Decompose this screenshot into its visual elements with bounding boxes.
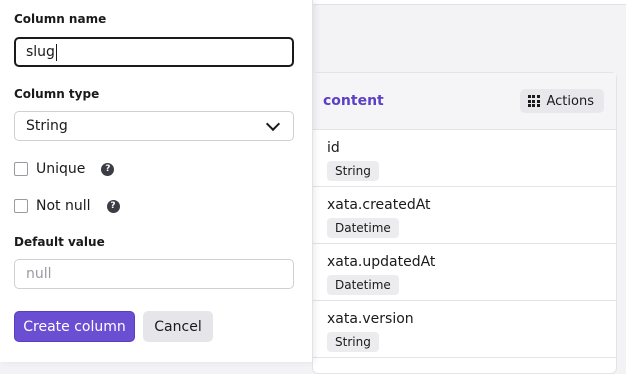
help-icon[interactable]: ? (101, 162, 115, 176)
column-row-updated-at[interactable]: xata.updatedAt Datetime (313, 244, 616, 301)
column-type-value: String (26, 118, 68, 134)
default-value-input[interactable]: null (14, 259, 294, 289)
text-caret (55, 43, 57, 61)
column-row-version[interactable]: xata.version String (313, 301, 616, 358)
cancel-button[interactable]: Cancel (143, 311, 213, 342)
column-name: xata.version (327, 311, 414, 327)
grid-icon (527, 95, 540, 107)
column-row-created-at[interactable]: xata.createdAt Datetime (313, 187, 616, 244)
column-type-badge: String (327, 332, 379, 352)
column-type-label: Column type (14, 87, 100, 101)
actions-label: Actions (546, 93, 595, 109)
table-schema-card: content Actions id String xata.createdAt… (312, 72, 617, 374)
not-null-label: Not null (36, 198, 91, 214)
create-column-panel: Column name slug Column type String Uniq… (0, 0, 313, 362)
not-null-checkbox[interactable] (14, 199, 28, 213)
unique-option: Unique ? (14, 161, 115, 177)
column-name-input[interactable]: slug (14, 37, 294, 67)
chevron-down-icon (265, 116, 281, 132)
table-title[interactable]: content (323, 93, 384, 109)
column-name: xata.updatedAt (327, 254, 436, 270)
column-type-badge: String (327, 161, 379, 181)
actions-button[interactable]: Actions (519, 89, 604, 113)
help-icon[interactable]: ? (106, 199, 120, 213)
default-value-placeholder: null (26, 266, 52, 282)
column-name-value: slug (26, 44, 55, 60)
column-name: xata.createdAt (327, 197, 431, 213)
column-name-label: Column name (14, 12, 107, 26)
create-column-button[interactable]: Create column (14, 311, 135, 342)
not-null-option: Not null ? (14, 198, 120, 214)
column-name: id (327, 140, 340, 156)
table-header: content Actions (313, 73, 616, 130)
column-type-badge: Datetime (327, 218, 399, 238)
column-row-id[interactable]: id String (313, 130, 616, 187)
unique-checkbox[interactable] (14, 162, 28, 176)
default-value-label: Default value (14, 235, 105, 249)
column-type-badge: Datetime (327, 275, 399, 295)
unique-label: Unique (36, 161, 86, 177)
column-type-select[interactable]: String (14, 111, 294, 141)
